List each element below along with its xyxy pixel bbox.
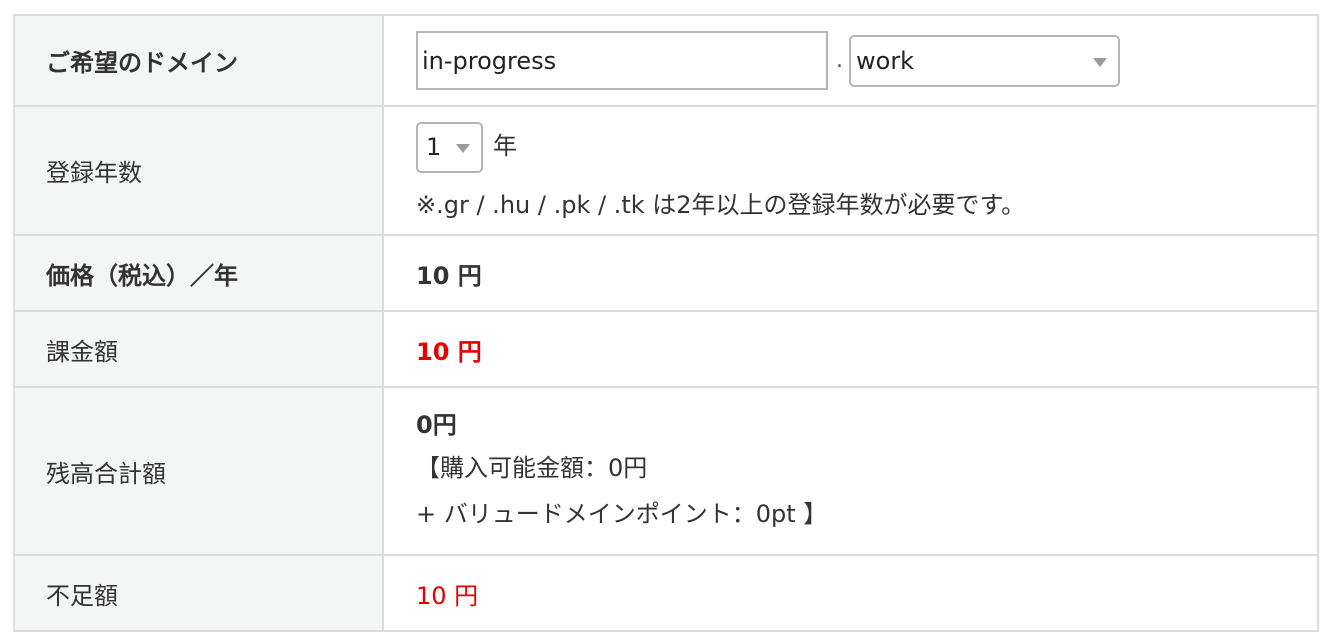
tld-select-value: work [856, 46, 915, 75]
balance-total: 0円 [416, 411, 457, 439]
domain-separator: . [836, 48, 843, 73]
balance-label: 残高合計額 [13, 386, 384, 556]
years-select-group: 1 年 [416, 121, 1317, 173]
price-row: 価格（税込）／年 10 円 [13, 234, 1319, 312]
domain-order-form: ご希望のドメイン . work 登録年数 1 [13, 14, 1319, 632]
domain-label: ご希望のドメイン [13, 14, 384, 107]
domain-value-cell: . work [382, 14, 1319, 107]
chevron-down-icon [1093, 57, 1107, 67]
price-label: 価格（税込）／年 [13, 234, 384, 312]
charge-row: 課金額 10 円 [13, 310, 1319, 388]
domain-input-group: . work [416, 31, 1317, 90]
shortfall-label: 不足額 [13, 554, 384, 632]
years-select[interactable]: 1 [416, 121, 483, 173]
years-label: 登録年数 [13, 105, 384, 236]
domain-name-input[interactable] [416, 31, 828, 90]
charge-value: 10 円 [382, 310, 1319, 388]
years-value-cell: 1 年 ※.gr / .hu / .pk / .tk は2年以上の登録年数が必要… [382, 105, 1319, 236]
purchasable-amount: 【購入可能金額：0円 [416, 454, 648, 482]
point-balance: + バリュードメインポイント：0pt 】 [416, 500, 828, 528]
shortfall-row: 不足額 10 円 [13, 554, 1319, 632]
balance-row: 残高合計額 0円 【購入可能金額：0円 + バリュードメインポイント：0pt 】 [13, 386, 1319, 556]
tld-select[interactable]: work [849, 34, 1120, 87]
domain-row: ご希望のドメイン . work [13, 14, 1319, 107]
shortfall-value: 10 円 [382, 554, 1319, 632]
years-unit: 年 [493, 131, 517, 160]
years-row: 登録年数 1 年 ※.gr / .hu / .pk / .tk は2年以上の登録… [13, 105, 1319, 236]
price-value: 10 円 [382, 234, 1319, 312]
balance-value-cell: 0円 【購入可能金額：0円 + バリュードメインポイント：0pt 】 [382, 386, 1319, 556]
years-select-value: 1 [426, 133, 442, 161]
charge-label: 課金額 [13, 310, 384, 388]
years-note: ※.gr / .hu / .pk / .tk は2年以上の登録年数が必要です。 [416, 190, 1026, 219]
chevron-down-icon [456, 144, 470, 153]
